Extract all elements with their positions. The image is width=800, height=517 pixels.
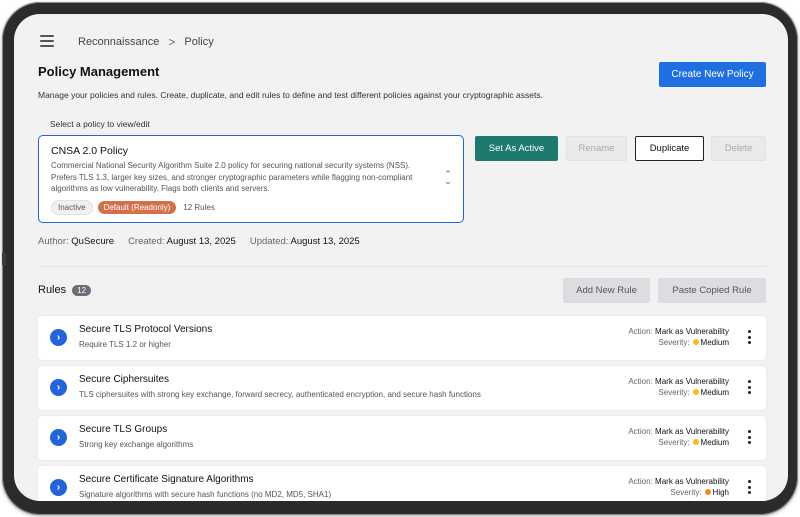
severity-label: Severity: (658, 438, 690, 447)
severity-dot-icon (692, 389, 699, 395)
create-policy-button[interactable]: Create New Policy (659, 62, 766, 87)
expand-icon[interactable]: › (50, 329, 67, 346)
rule-description: Require TLS 1.2 or higher (79, 340, 171, 349)
more-options-icon[interactable] (747, 480, 751, 494)
add-rule-button[interactable]: Add New Rule (563, 278, 650, 303)
policy-description: Commercial National Security Algorithm S… (51, 161, 413, 193)
rule-description: Signature algorithms with secure hash fu… (79, 490, 332, 499)
rule-status: Action: Mark as Vulnerability Severity: M… (628, 426, 729, 448)
rule-name: Secure TLS Groups (79, 424, 168, 435)
rule-card[interactable]: › Secure Ciphersuites TLS ciphersuites w… (38, 366, 766, 410)
duplicate-button[interactable]: Duplicate (635, 136, 704, 161)
page-title: Policy Management (38, 64, 160, 79)
status-badge: Inactive (51, 200, 93, 215)
action-label: Action: (628, 377, 653, 386)
author-meta: Author: QuSecure (38, 236, 114, 247)
rules-title: Rules (38, 284, 67, 296)
rule-count: 12 Rules (183, 203, 215, 212)
updated-value: August 13, 2025 (290, 236, 360, 247)
expand-icon[interactable]: › (50, 429, 67, 446)
rule-description: TLS ciphersuites with strong key exchang… (79, 390, 481, 399)
action-value: Mark as Vulnerability (655, 327, 729, 336)
author-value: QuSecure (71, 236, 115, 247)
hardware-button (2, 252, 6, 266)
action-label: Action: (628, 327, 653, 336)
rule-card[interactable]: › Secure Certificate Signature Algorithm… (38, 466, 766, 501)
breadcrumb-reconnaissance[interactable]: Reconnaissance (78, 36, 159, 48)
expand-icon[interactable]: › (50, 379, 67, 396)
action-value: Mark as Vulnerability (655, 427, 729, 436)
created-label: Created: (128, 236, 165, 247)
action-label: Action: (628, 427, 653, 436)
severity-label: Severity: (670, 488, 702, 497)
rule-card[interactable]: › Secure TLS Protocol Versions Require T… (38, 316, 766, 360)
expand-icon[interactable]: › (50, 479, 67, 496)
policy-meta: Author: QuSecure Created: August 13, 202… (38, 236, 360, 247)
page-description: Manage your policies and rules. Create, … (38, 90, 543, 100)
severity-value: Medium (700, 388, 729, 397)
tablet-frame: Reconnaissance > Policy Policy Managemen… (2, 2, 798, 515)
severity-value: High (712, 488, 729, 497)
severity-label: Severity: (658, 388, 690, 397)
policy-select-label: Select a policy to view/edit (50, 119, 150, 129)
created-value: August 13, 2025 (166, 236, 236, 247)
severity-value: Medium (700, 338, 729, 347)
breadcrumb-policy: Policy (184, 36, 214, 48)
updated-label: Updated: (249, 236, 289, 247)
rule-name: Secure TLS Protocol Versions (79, 324, 213, 335)
severity-label: Severity: (658, 338, 690, 347)
policy-select[interactable]: CNSA 2.0 Policy Commercial National Secu… (38, 135, 464, 223)
delete-button[interactable]: Delete (711, 136, 766, 161)
app-screen: Reconnaissance > Policy Policy Managemen… (14, 14, 788, 501)
severity-dot-icon (704, 489, 711, 495)
rules-heading: Rules 12 (38, 284, 92, 296)
created-meta: Created: August 13, 2025 (128, 236, 236, 247)
updated-meta: Updated: August 13, 2025 (250, 236, 360, 247)
chevron-right-icon: > (168, 35, 176, 49)
rule-status: Action: Mark as Vulnerability Severity: M… (628, 326, 729, 348)
set-active-button[interactable]: Set As Active (475, 136, 558, 161)
severity-dot-icon (692, 339, 699, 345)
rules-count-badge: 12 (72, 284, 92, 296)
default-badge: Default (Readonly) (97, 201, 177, 214)
severity-value: Medium (700, 438, 729, 447)
rename-button[interactable]: Rename (566, 136, 627, 161)
divider (38, 266, 766, 267)
more-options-icon[interactable] (747, 380, 751, 394)
breadcrumb: Reconnaissance > Policy (78, 35, 214, 49)
rule-name: Secure Certificate Signature Algorithms (79, 474, 254, 485)
severity-dot-icon (692, 439, 699, 445)
chevron-up-down-icon[interactable]: ⌃ ⌄ (443, 170, 453, 187)
action-value: Mark as Vulnerability (655, 377, 729, 386)
paste-rule-button[interactable]: Paste Copied Rule (658, 278, 766, 303)
policy-tags: Inactive Default (Readonly) 12 Rules (51, 200, 215, 215)
menu-icon[interactable] (40, 35, 54, 47)
rule-status: Action: Mark as Vulnerability Severity: M… (628, 376, 729, 398)
action-label: Action: (628, 477, 653, 486)
policy-name: CNSA 2.0 Policy (51, 145, 129, 157)
action-value: Mark as Vulnerability (655, 477, 729, 486)
rule-status: Action: Mark as Vulnerability Severity: H… (628, 476, 729, 498)
more-options-icon[interactable] (747, 330, 751, 344)
rule-card[interactable]: › Secure TLS Groups Strong key exchange … (38, 416, 766, 460)
rule-description: Strong key exchange algorithms (79, 440, 194, 449)
more-options-icon[interactable] (747, 430, 751, 444)
rule-name: Secure Ciphersuites (79, 374, 170, 385)
author-label: Author: (38, 236, 69, 247)
